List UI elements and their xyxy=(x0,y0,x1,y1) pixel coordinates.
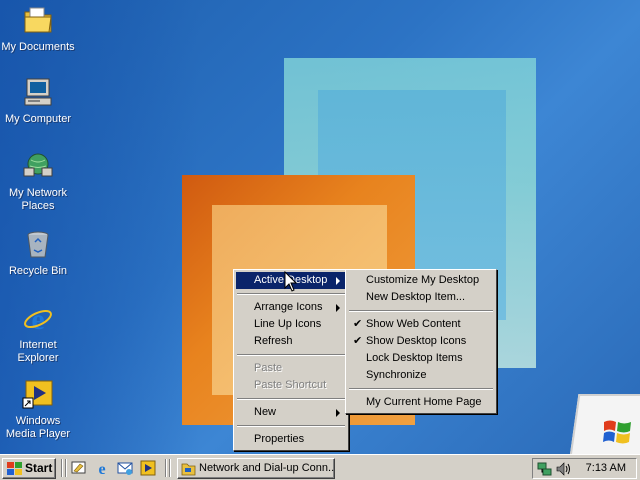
menu-separator xyxy=(349,388,493,390)
submenu-arrow-icon xyxy=(336,304,340,312)
desktop-icon-internet-explorer[interactable]: e Internet Explorer xyxy=(0,302,76,365)
volume-icon[interactable] xyxy=(555,461,571,477)
desktop-icon-recycle-bin[interactable]: Recycle Bin xyxy=(0,228,76,278)
desktop-icon-my-computer[interactable]: My Computer xyxy=(0,76,76,126)
submenu-item-my-current-home-page[interactable]: My Current Home Page xyxy=(348,394,494,411)
desktop-icon-label: Internet Explorer xyxy=(17,339,59,364)
desktop-icon-my-documents[interactable]: My Documents xyxy=(0,4,76,54)
desktop-icon-label: My Documents xyxy=(1,41,75,53)
taskbar-separator xyxy=(65,459,67,477)
clock[interactable]: 7:13 AM xyxy=(586,459,626,478)
submenu-item-show-web-content[interactable]: ✔ Show Web Content xyxy=(348,316,494,333)
desktop-icon-media-player[interactable]: Windows Media Player xyxy=(0,378,76,441)
recycle-bin-icon xyxy=(27,231,49,258)
taskbar-separator xyxy=(165,459,167,477)
submenu-arrow-icon xyxy=(336,409,340,417)
menu-separator xyxy=(237,398,345,400)
my-documents-icon xyxy=(24,7,52,33)
my-computer-icon xyxy=(24,78,52,106)
menu-separator xyxy=(237,425,345,427)
taskbar-separator xyxy=(169,459,171,477)
desktop-icon-label: Windows Media Player xyxy=(5,415,71,440)
system-tray: 7:13 AM xyxy=(532,458,637,479)
svg-text:e: e xyxy=(31,303,44,334)
svg-text:e: e xyxy=(98,461,105,476)
submenu-item-new-desktop-item[interactable]: New Desktop Item... xyxy=(348,289,494,306)
menu-item-new[interactable]: New xyxy=(236,404,346,421)
menu-item-properties[interactable]: Properties xyxy=(236,431,346,448)
checkmark-icon: ✔ xyxy=(353,335,363,347)
checkmark-icon: ✔ xyxy=(353,318,363,330)
desktop-icon-network-places[interactable]: My Network Places xyxy=(0,150,76,213)
submenu-arrow-icon xyxy=(336,277,340,285)
taskbar-separator xyxy=(61,459,63,477)
menu-separator xyxy=(237,354,345,356)
taskbar-button-network-connections[interactable]: Network and Dial-up Conn... xyxy=(177,458,335,479)
start-button[interactable]: Start xyxy=(2,458,56,479)
menu-item-arrange-icons[interactable]: Arrange Icons xyxy=(236,299,346,316)
media-player-icon xyxy=(22,380,53,409)
desktop-icon-label: Recycle Bin xyxy=(8,265,68,277)
show-desktop-icon[interactable] xyxy=(71,460,87,476)
active-desktop-submenu: Customize My Desktop New Desktop Item...… xyxy=(345,269,497,414)
submenu-item-customize-my-desktop[interactable]: Customize My Desktop xyxy=(348,272,494,289)
menu-item-paste-shortcut[interactable]: Paste Shortcut xyxy=(236,377,346,394)
internet-explorer-icon[interactable]: e xyxy=(94,460,110,476)
submenu-item-synchronize[interactable]: Synchronize xyxy=(348,367,494,384)
windows-flag-icon xyxy=(603,420,631,444)
windows-flag-icon xyxy=(7,462,22,475)
desktop-icon-label: My Computer xyxy=(4,113,72,125)
mouse-pointer-icon xyxy=(284,271,298,292)
menu-item-refresh[interactable]: Refresh xyxy=(236,333,346,350)
submenu-item-show-desktop-icons[interactable]: ✔ Show Desktop Icons xyxy=(348,333,494,350)
outlook-express-icon[interactable] xyxy=(117,460,133,476)
submenu-item-lock-desktop-items[interactable]: Lock Desktop Items xyxy=(348,350,494,367)
menu-item-line-up-icons[interactable]: Line Up Icons xyxy=(236,316,346,333)
desktop-icon-label: My Network Places xyxy=(8,187,68,212)
network-folder-icon xyxy=(181,463,196,476)
menu-item-paste[interactable]: Paste xyxy=(236,360,346,377)
network-places-icon xyxy=(23,153,53,177)
internet-explorer-icon: e xyxy=(24,303,52,336)
media-player-icon[interactable] xyxy=(140,460,156,476)
menu-separator xyxy=(237,293,345,295)
taskbar: Start e Network and Dial-up Conn... 7:13… xyxy=(0,454,640,480)
desktop-context-menu: Active Desktop Arrange Icons Line Up Ico… xyxy=(233,269,349,451)
network-icon[interactable] xyxy=(537,461,553,477)
menu-separator xyxy=(349,310,493,312)
